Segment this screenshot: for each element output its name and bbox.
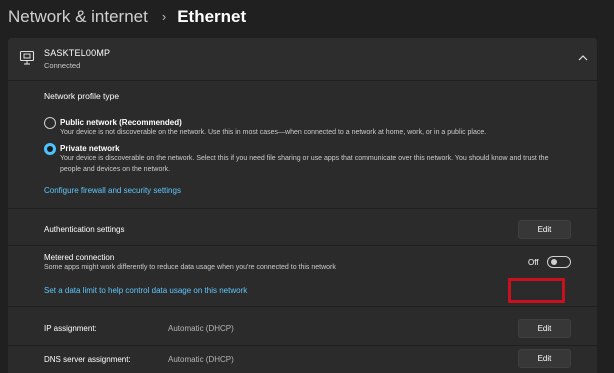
chevron-up-icon[interactable] <box>578 54 588 62</box>
metered-connection-label: Metered connection <box>44 253 115 262</box>
dns-assignment-label: DNS server assignment: <box>44 355 131 364</box>
dns-assignment-edit-button[interactable]: Edit <box>518 349 571 368</box>
divider <box>8 208 597 209</box>
data-limit-link[interactable]: Set a data limit to help control data us… <box>44 286 247 295</box>
network-status: Connected <box>44 61 81 70</box>
ethernet-settings-panel: SASKTEL00MP Connected Network profile ty… <box>8 38 597 373</box>
ip-assignment-label: IP assignment: <box>44 324 97 333</box>
public-network-radio[interactable] <box>44 117 56 129</box>
authentication-edit-button[interactable]: Edit <box>518 220 571 239</box>
network-name: SASKTEL00MP <box>44 48 111 58</box>
public-network-description: Your device is not discoverable on the n… <box>60 129 487 136</box>
public-network-label: Public network (Recommended) <box>60 118 182 127</box>
toggle-knob <box>551 259 557 265</box>
ip-assignment-value: Automatic (DHCP) <box>168 324 234 333</box>
page-title: Ethernet <box>177 7 247 26</box>
network-header[interactable]: SASKTEL00MP Connected <box>8 38 597 81</box>
metered-connection-description: Some apps might work differently to redu… <box>44 264 336 271</box>
metered-connection-toggle[interactable] <box>547 256 571 268</box>
breadcrumb-separator: › <box>161 9 167 24</box>
breadcrumb: Network & internet › Ethernet <box>8 6 246 28</box>
private-network-description-line2: people and devices on the network. <box>60 166 171 173</box>
metered-toggle-state: Off <box>528 258 539 267</box>
divider <box>8 345 597 346</box>
network-profile-title: Network profile type <box>44 91 120 101</box>
authentication-settings-label: Authentication settings <box>44 225 125 234</box>
private-network-label: Private network <box>60 144 120 153</box>
private-network-description-line1: Your device is discoverable on the netwo… <box>60 155 549 162</box>
dns-assignment-value: Automatic (DHCP) <box>168 355 234 364</box>
ethernet-icon <box>19 50 35 65</box>
divider <box>8 245 597 246</box>
private-network-radio[interactable] <box>44 143 56 155</box>
divider <box>8 306 597 307</box>
breadcrumb-network-internet[interactable]: Network & internet <box>8 6 148 28</box>
configure-firewall-link[interactable]: Configure firewall and security settings <box>44 186 181 195</box>
ip-assignment-edit-button[interactable]: Edit <box>518 319 571 338</box>
